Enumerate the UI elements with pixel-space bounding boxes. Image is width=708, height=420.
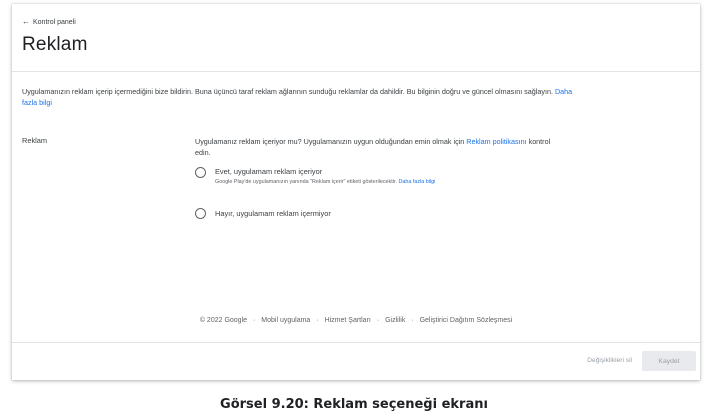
footer-link-terms[interactable]: Hizmet Şartları [325,317,371,324]
footer-copyright: © 2022 Google [199,317,248,324]
option-yes-learn-more-link[interactable]: Daha fazla bilgi [398,179,435,185]
header-divider [12,71,700,72]
option-yes-text: Evet, uygulamam reklam içeriyor Google P… [215,167,435,187]
footer-separator: · [316,317,319,324]
intro-paragraph: Uygulamanızın reklam içerip içermediğini… [22,86,582,108]
discard-changes-button[interactable]: Değişiklikleri sil [587,357,632,364]
page-title: Reklam [22,34,88,55]
action-bar: Değişiklikleri sil Kaydet [12,342,700,380]
footer-link-mobile-app[interactable]: Mobil uygulama [261,317,310,324]
option-yes-help: Google Play'de uygulamanızın yanında "Re… [215,178,435,187]
footer: © 2022 Google · Mobil uygulama · Hizmet … [12,317,700,324]
ads-question: Uygulamanız reklam içeriyor mu? Uygulama… [195,136,555,158]
option-no-label: Hayır, uygulamam reklam içermiyor [215,209,331,218]
ads-question-text: Uygulamanız reklam içeriyor mu? Uygulama… [195,137,465,146]
option-yes-contains-ads[interactable]: Evet, uygulamam reklam içeriyor Google P… [195,167,435,187]
intro-text: Uygulamanızın reklam içerip içermediğini… [22,87,553,96]
option-yes-label: Evet, uygulamam reklam içeriyor [215,167,323,176]
footer-separator: · [376,317,380,324]
arrow-left-icon: ← [22,17,30,26]
option-yes-help-text: Google Play'de uygulamanızın yanında "Re… [215,179,397,185]
footer-separator: · [411,317,414,324]
screenshot-frame: ← Kontrol paneli Reklam Uygulamanızın re… [12,4,700,380]
back-link-label: Kontrol paneli [33,18,76,26]
ads-section-label: Reklam [22,136,48,145]
figure-caption: Görsel 9.20: Reklam seçeneği ekranı [220,397,488,412]
option-no-ads[interactable]: Hayır, uygulamam reklam içermiyor [195,208,331,219]
footer-link-distribution-agreement[interactable]: Geliştirici Dağıtım Sözleşmesi [420,317,513,324]
radio-yes[interactable] [195,167,206,178]
back-link[interactable]: ← Kontrol paneli [22,18,76,26]
save-button[interactable]: Kaydet [642,351,696,371]
footer-link-privacy[interactable]: Gizlilik [385,317,405,324]
footer-separator: · [252,317,256,324]
radio-no[interactable] [195,208,206,219]
ads-policy-link[interactable]: Reklam politikasını [466,137,526,146]
